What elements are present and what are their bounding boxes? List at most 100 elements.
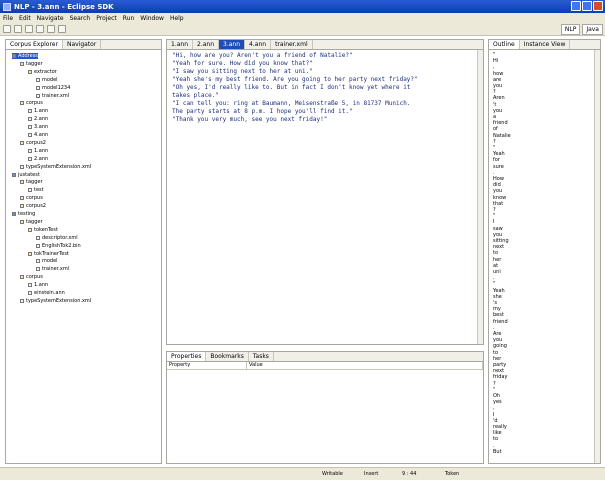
outline-token[interactable]: . (493, 170, 495, 176)
outline-token[interactable]: she (493, 294, 502, 300)
outline-token[interactable]: How (493, 176, 504, 182)
close-button[interactable] (593, 1, 603, 11)
tree-item[interactable]: 1.ann (28, 148, 48, 154)
tab-properties[interactable]: Properties (167, 352, 207, 361)
outline-scrollbar[interactable] (594, 50, 600, 463)
outline-token[interactable]: her (493, 356, 501, 362)
tree-item[interactable]: einstein.ann (28, 290, 65, 296)
outline-token[interactable]: to (493, 350, 498, 356)
tree-item[interactable]: trainer.xml (36, 266, 69, 272)
tree-item[interactable]: test (28, 187, 44, 193)
forward-icon[interactable] (58, 25, 66, 33)
tab-4-ann[interactable]: 4.ann (245, 40, 272, 49)
outline-token[interactable]: you (493, 337, 502, 343)
tab-1-ann[interactable]: 1.ann (167, 40, 194, 49)
tree-item[interactable]: testing (12, 211, 35, 217)
tree-item[interactable]: tagger (20, 61, 43, 67)
outline-token[interactable]: But (493, 449, 502, 455)
tree-item[interactable]: model (36, 258, 58, 264)
tree-item[interactable]: 1.ann (28, 108, 48, 114)
tree-item[interactable]: corpus (20, 274, 43, 280)
tab-outline[interactable]: Outline (489, 40, 520, 49)
outline-token[interactable]: Yeah (493, 288, 505, 294)
outline-token[interactable]: " (493, 145, 495, 151)
new-icon[interactable] (3, 25, 11, 33)
editor-scrollbar[interactable] (477, 50, 483, 344)
outline-token[interactable]: saw (493, 226, 503, 232)
outline-token[interactable]: did (493, 182, 501, 188)
outline-token[interactable]: of (493, 126, 498, 132)
tree-item[interactable]: model (36, 77, 58, 83)
outline-token[interactable]: how (493, 71, 503, 77)
outline-token[interactable]: sure (493, 164, 504, 170)
tree-item[interactable]: Address (12, 53, 38, 59)
outline-token[interactable]: are (493, 77, 501, 83)
outline-token[interactable]: you (493, 108, 502, 114)
outline-token[interactable]: , (493, 405, 495, 411)
minimize-button[interactable] (571, 1, 581, 11)
outline-token[interactable]: at (493, 263, 498, 269)
outline-token[interactable]: you (493, 188, 502, 194)
outline-token[interactable]: like (493, 430, 502, 436)
outline-token[interactable]: , (493, 64, 495, 70)
menu-edit[interactable]: Edit (19, 15, 31, 22)
menu-project[interactable]: Project (96, 15, 117, 22)
tree-item[interactable]: tagger (20, 179, 43, 185)
outline-token[interactable]: you (493, 83, 502, 89)
tree-item[interactable]: corpus (20, 100, 43, 106)
outline-token[interactable]: Hi (493, 58, 498, 64)
tree-item[interactable]: 2.ann (28, 116, 48, 122)
tree-item[interactable]: extractor (28, 69, 57, 75)
tree-item[interactable]: 2.ann (28, 156, 48, 162)
tree-item[interactable]: tokenTest (28, 227, 58, 233)
outline-token[interactable]: to (493, 250, 498, 256)
outline-token[interactable]: ? (493, 139, 496, 145)
tab-trainer-xml[interactable]: trainer.xml (271, 40, 313, 49)
tree-item[interactable]: tokTrainerTest (28, 251, 69, 257)
outline-token[interactable]: uni (493, 269, 501, 275)
outline-token[interactable]: I (493, 219, 494, 225)
outline-token[interactable]: . (493, 325, 495, 331)
outline-token[interactable]: 't (493, 102, 496, 108)
outline-token[interactable]: I (493, 412, 494, 418)
tree-item[interactable]: typeSystemExtension.xml (20, 298, 91, 304)
outline-token[interactable]: friend (493, 319, 508, 325)
perspective-nlp-button[interactable]: NLP (560, 24, 581, 35)
outline-token[interactable]: ? (493, 207, 496, 213)
outline-token[interactable]: " (493, 387, 495, 393)
outline-token[interactable]: friday (493, 374, 507, 380)
tab-instance-view[interactable]: Instance View (520, 40, 571, 49)
tree-item[interactable]: EnglishTok2.bin (36, 243, 81, 249)
outline-token[interactable]: " (493, 213, 495, 219)
back-icon[interactable] (47, 25, 55, 33)
outline-token[interactable]: friend (493, 120, 508, 126)
outline-token[interactable]: Yeah (493, 151, 505, 157)
save-icon[interactable] (14, 25, 22, 33)
outline-token[interactable]: Are (493, 331, 501, 337)
outline-token[interactable]: ? (493, 89, 496, 95)
tab-2-ann[interactable]: 2.ann (193, 40, 220, 49)
search-icon[interactable] (36, 25, 44, 33)
tree-item[interactable]: trainer.xml (36, 93, 69, 99)
outline-token[interactable]: Oh (493, 393, 500, 399)
menu-navigate[interactable]: Navigate (37, 15, 64, 22)
tab-bookmarks[interactable]: Bookmarks (206, 352, 249, 361)
property-column-header[interactable]: Property (167, 362, 247, 369)
tree-item[interactable]: corpus2 (20, 203, 46, 209)
outline-token[interactable]: next (493, 244, 504, 250)
outline-token[interactable]: Aren (493, 95, 505, 101)
tree-item[interactable]: corpus (20, 195, 43, 201)
tree-item[interactable]: model1234 (36, 85, 70, 91)
outline-token[interactable]: you (493, 232, 502, 238)
outline-token[interactable]: that (493, 201, 503, 207)
tree-item[interactable]: typeSystemExtension.xml (20, 164, 91, 170)
tree-item[interactable]: 4.ann (28, 132, 48, 138)
menu-run[interactable]: Run (123, 15, 135, 22)
outline-token[interactable]: next (493, 368, 504, 374)
outline-token[interactable]: for (493, 157, 500, 163)
tree-item[interactable]: descriptor.xml (36, 235, 78, 241)
tree-item[interactable]: justatest (12, 172, 40, 178)
menu-search[interactable]: Search (70, 15, 91, 22)
tab-corpus-explorer[interactable]: Corpus Explorer (6, 40, 63, 49)
tab-3-ann[interactable]: 3.ann (219, 40, 246, 49)
